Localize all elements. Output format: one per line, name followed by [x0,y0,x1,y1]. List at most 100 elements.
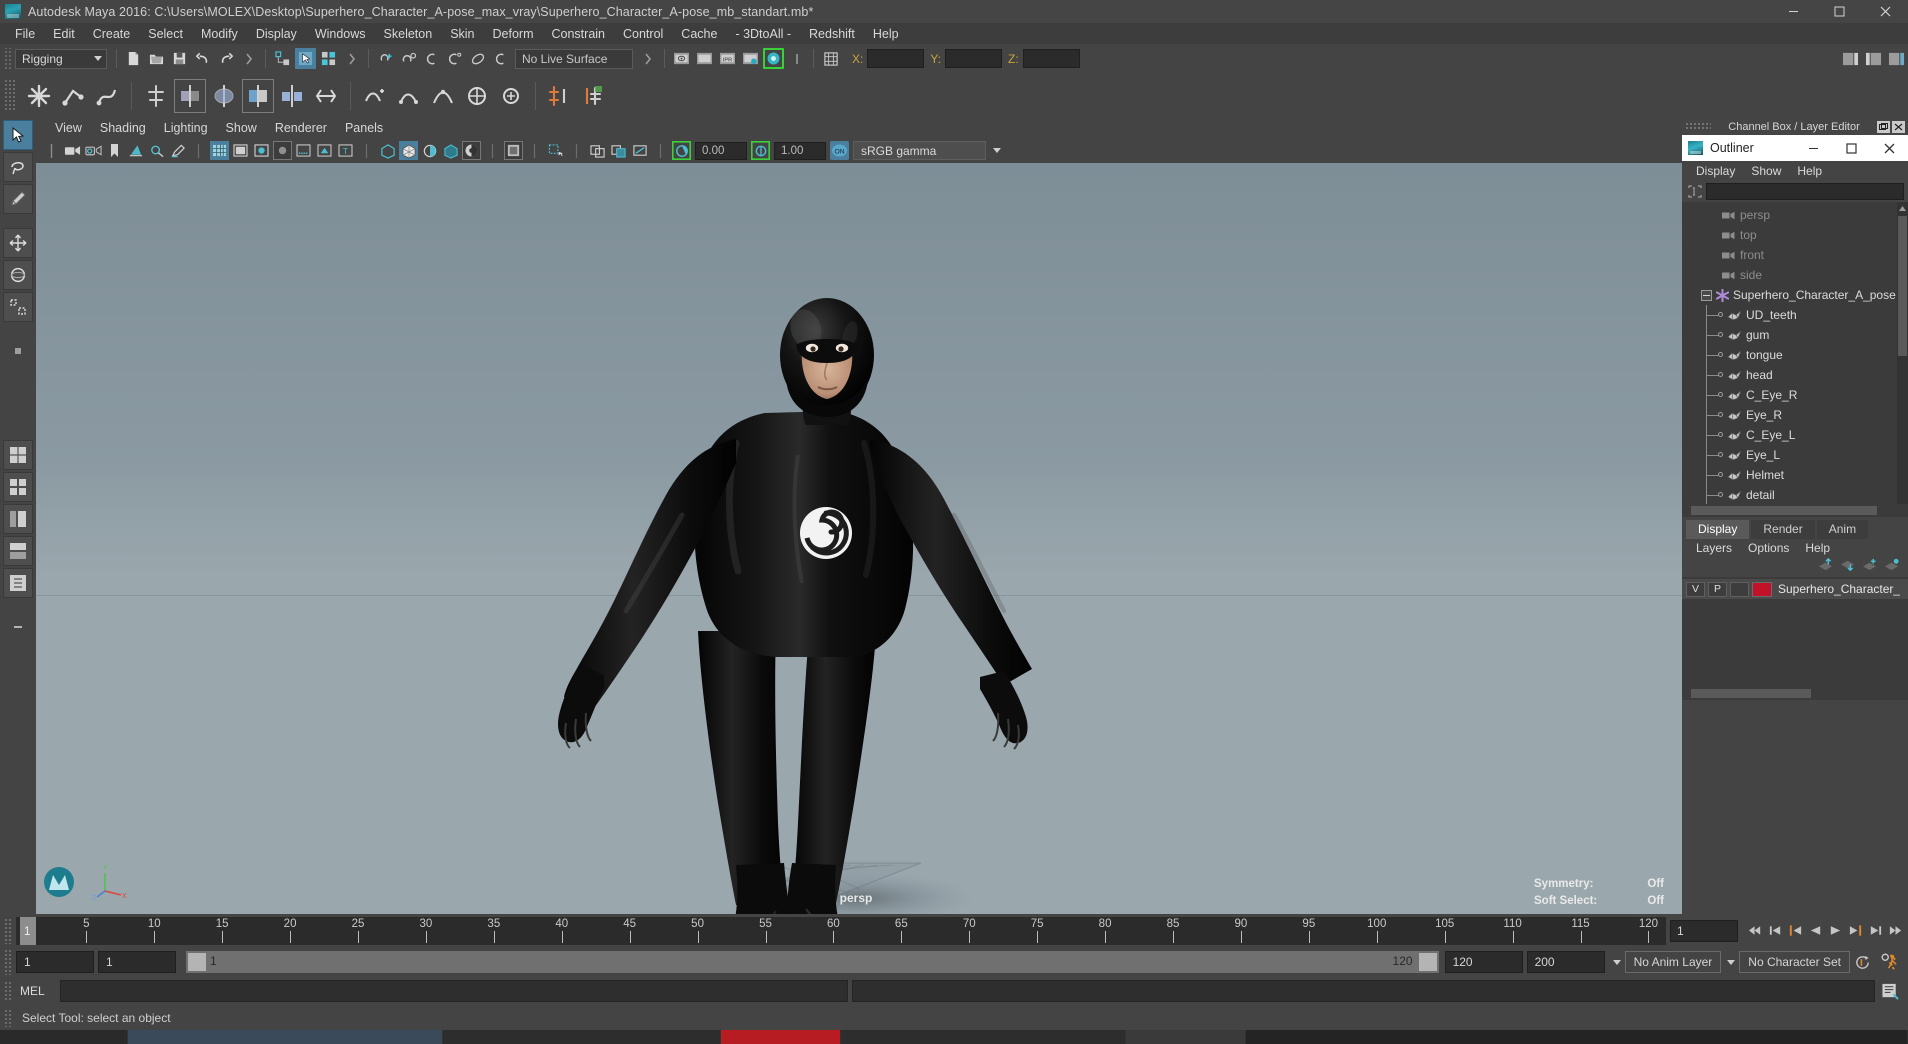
outliner-item-eye-l[interactable]: Eye_L [1682,445,1908,465]
range-right-handle[interactable] [1418,953,1437,971]
menu-edit[interactable]: Edit [44,24,84,44]
outliner-item-detail[interactable]: detail [1682,485,1908,504]
step-back-frame-button[interactable] [1786,920,1804,942]
blend-shape-icon[interactable] [360,80,390,112]
anim-layer-selector[interactable]: No Anim Layer [1624,951,1722,973]
menu-skin[interactable]: Skin [441,24,483,44]
minimize-icon[interactable] [1770,0,1816,23]
panel-grip-icon[interactable] [42,141,61,160]
move-tool-icon[interactable] [3,228,33,258]
paint-selection-tool-icon[interactable] [3,184,33,214]
save-scene-icon[interactable] [169,48,190,69]
menu-control[interactable]: Control [614,24,672,44]
script-editor-icon[interactable] [1879,980,1901,1002]
single-perspective-view-icon[interactable] [3,440,33,470]
xray-active-components-icon[interactable] [441,141,460,160]
grease-pencil-icon[interactable] [168,141,187,160]
channel-box-close-icon[interactable] [1892,120,1905,133]
rotate-tool-icon[interactable] [3,260,33,290]
gamma-icon[interactable] [751,141,770,160]
lattice-icon[interactable] [394,80,424,112]
scroll-up-icon[interactable] [1897,202,1908,215]
sidebar-expand-icon[interactable] [238,48,259,69]
hypershade-layout-icon[interactable] [3,568,33,598]
menu-help[interactable]: Help [864,24,908,44]
mirror-weights-icon[interactable] [311,80,341,112]
command-line-grip[interactable] [4,981,13,1001]
bookmark-icon[interactable] [105,141,124,160]
layer-hscroll-thumb[interactable] [1691,689,1811,698]
snap-view-plane-icon[interactable] [467,48,488,69]
outliner-tree[interactable]: persp top front side Superhero_Character… [1682,202,1908,504]
step-forward-key-button[interactable] [1866,920,1884,942]
outliner-hscroll-thumb[interactable] [1691,506,1877,515]
outliner-item-c-eye-r[interactable]: C_Eye_R [1682,385,1908,405]
exposure-icon[interactable] [672,141,691,160]
anim-start-time-field[interactable]: 1 [16,951,94,973]
live-surface-field[interactable]: No Live Surface [515,48,633,69]
render-sequence-icon[interactable] [694,48,715,69]
outliner-item-head[interactable]: head [1682,365,1908,385]
parent-constraint-icon[interactable] [545,80,575,112]
show-tool-settings-icon[interactable] [1863,48,1884,69]
menu-create[interactable]: Create [84,24,140,44]
color-management-chevron-down-icon[interactable] [986,141,1008,160]
ik-handle-icon[interactable] [58,80,88,112]
go-to-end-button[interactable] [1886,920,1904,942]
nonlinear-deformer-icon[interactable] [496,80,526,112]
menu-redshift[interactable]: Redshift [800,24,864,44]
menu-skeleton[interactable]: Skeleton [375,24,442,44]
screen-space-ao-icon[interactable]: T [336,141,355,160]
wrap-deformer-icon[interactable] [462,80,492,112]
outliner-persp-layout-icon[interactable] [3,504,33,534]
layer-horizontal-scrollbar[interactable] [1682,687,1908,700]
menu-constrain[interactable]: Constrain [543,24,615,44]
textured-mode-icon[interactable] [273,141,292,160]
anim-end-time-field[interactable]: 200 [1526,951,1605,973]
viewport-menu-show[interactable]: Show [217,119,266,137]
tab-render[interactable]: Render [1751,520,1815,539]
outliner-minimize-icon[interactable] [1794,135,1832,161]
outliner-item-top[interactable]: top [1682,225,1908,245]
shaded-mode-icon[interactable] [231,141,250,160]
four-view-icon[interactable] [3,472,33,502]
gamma-field[interactable]: 1.00 [774,141,826,160]
outliner-menu-help[interactable]: Help [1789,162,1830,180]
range-start-time-field[interactable]: 1 [98,951,176,973]
channel-box-grip[interactable] [1685,122,1711,131]
outliner-item-ud-teeth[interactable]: UD_teeth [1682,305,1908,325]
use-all-lights-icon[interactable] [294,141,313,160]
outliner-item-front[interactable]: front [1682,245,1908,265]
create-empty-layer-icon[interactable] [1883,558,1900,577]
isolate-select-icon[interactable] [504,141,523,160]
outliner-menu-display[interactable]: Display [1688,162,1743,180]
layer-list[interactable]: V P Superhero_Character_ [1682,577,1908,687]
layer-color-swatch[interactable] [1752,581,1772,597]
layer-row[interactable]: V P Superhero_Character_ [1682,579,1908,599]
command-result-field[interactable] [852,980,1875,1002]
viewport-menu-view[interactable]: View [46,119,91,137]
step-forward-frame-button[interactable] [1846,920,1864,942]
lasso-tool-icon[interactable] [3,152,33,182]
help-line-grip[interactable] [4,1008,13,1027]
taskbar-item-1[interactable] [128,1030,443,1044]
snap-point-icon[interactable] [421,48,442,69]
bind-skin-icon[interactable] [141,80,171,112]
outliner-scroll-thumb[interactable] [1898,216,1907,356]
redshift-render-icon[interactable] [763,48,784,69]
taskbar-item-2[interactable] [443,1030,721,1044]
time-slider-grip[interactable] [4,917,13,944]
texture-filter-icon[interactable] [609,141,628,160]
outliner-close-icon[interactable] [1870,135,1908,161]
move-layer-up-icon[interactable] [1817,557,1834,577]
show-channel-box-icon[interactable] [1886,48,1907,69]
persp-graph-layout-icon[interactable] [3,536,33,566]
range-end-time-field[interactable]: 120 [1444,951,1523,973]
outliner-item-gum[interactable]: gum [1682,325,1908,345]
z-input[interactable] [1022,49,1080,68]
render-icon[interactable] [671,48,692,69]
go-to-start-button[interactable] [1746,920,1764,942]
display-resolution-gate-icon[interactable] [630,141,649,160]
command-language-label[interactable]: MEL [20,984,54,998]
outliner-item-tongue[interactable]: tongue [1682,345,1908,365]
